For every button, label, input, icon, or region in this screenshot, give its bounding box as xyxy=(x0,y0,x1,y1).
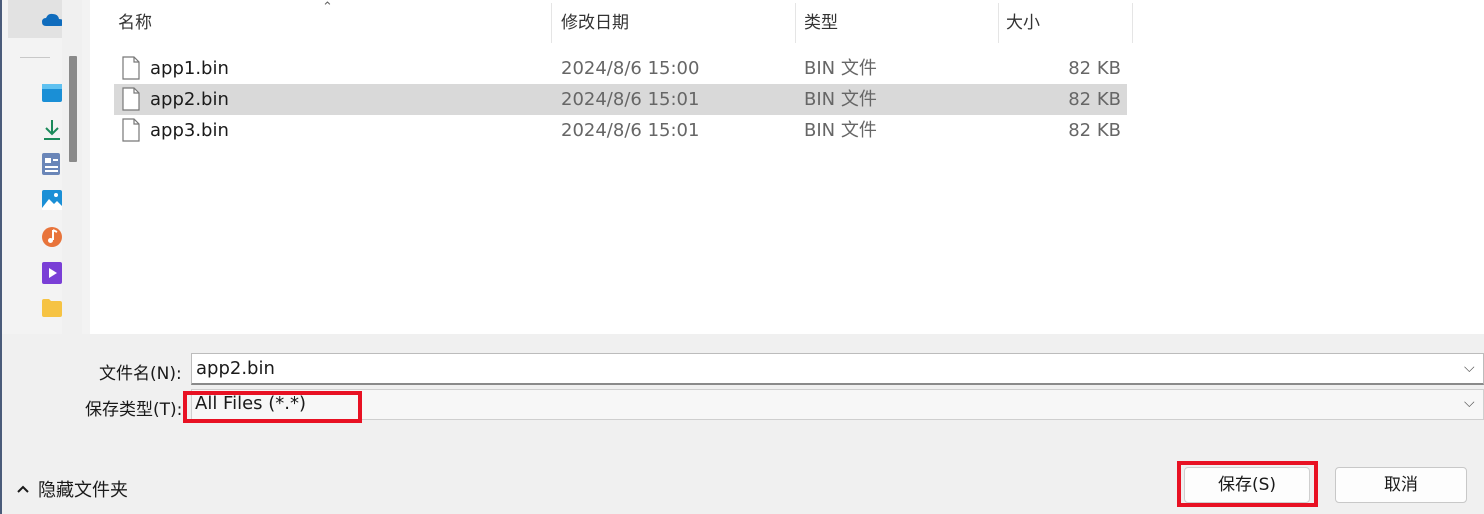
folder-icon[interactable] xyxy=(42,299,62,317)
file-date: 2024/8/6 15:01 xyxy=(561,89,700,110)
file-name: app3.bin xyxy=(150,120,229,141)
file-date: 2024/8/6 15:01 xyxy=(561,120,700,141)
file-type: BIN 文件 xyxy=(804,58,877,79)
file-name: app1.bin xyxy=(150,58,229,79)
cancel-button[interactable]: 取消 xyxy=(1335,467,1467,503)
column-header-size[interactable]: 大小 xyxy=(978,3,1132,43)
filetype-value: All Files (*.*) xyxy=(195,393,307,414)
file-icon xyxy=(122,118,140,142)
filetype-select[interactable] xyxy=(191,389,1484,420)
filetype-dropdown-icon[interactable]: ⌵ xyxy=(1464,395,1475,411)
column-header-type[interactable]: 类型 xyxy=(776,3,998,43)
hide-folders-toggle[interactable]: 隐藏文件夹 xyxy=(16,476,128,502)
videos-icon[interactable] xyxy=(42,262,62,284)
file-type: BIN 文件 xyxy=(804,89,877,110)
column-separator[interactable] xyxy=(1132,3,1133,43)
filetype-label: 保存类型(T): xyxy=(85,400,183,420)
nav-scrollbar-thumb[interactable] xyxy=(69,56,77,162)
pictures-icon[interactable] xyxy=(42,190,62,210)
file-icon xyxy=(122,87,140,111)
chevron-up-icon xyxy=(17,485,29,493)
downloads-icon[interactable] xyxy=(42,119,62,141)
file-row[interactable]: app3.bin 2024/8/6 15:01 BIN 文件 82 KB xyxy=(114,115,1127,146)
file-list xyxy=(90,0,1484,334)
file-row[interactable]: app1.bin 2024/8/6 15:00 BIN 文件 82 KB xyxy=(114,53,1127,84)
onedrive-icon[interactable] xyxy=(42,12,64,28)
filename-dropdown-icon[interactable]: ⌵ xyxy=(1464,360,1475,376)
hide-folders-label: 隐藏文件夹 xyxy=(38,480,128,501)
sort-up-icon: ⌃ xyxy=(322,0,333,15)
music-icon[interactable] xyxy=(42,226,62,248)
file-row-selected[interactable]: app2.bin 2024/8/6 15:01 BIN 文件 82 KB xyxy=(114,84,1127,115)
nav-scrollbar-track[interactable] xyxy=(62,0,82,334)
file-size: 82 KB xyxy=(1068,89,1121,110)
filename-label: 文件名(N): xyxy=(99,364,182,384)
file-icon xyxy=(122,56,140,80)
documents-icon[interactable] xyxy=(42,153,60,175)
file-date: 2024/8/6 15:00 xyxy=(561,58,700,79)
file-name: app2.bin xyxy=(150,89,229,110)
filename-input[interactable] xyxy=(191,353,1484,385)
column-header-name[interactable]: 名称 xyxy=(90,3,550,43)
desktop-icon[interactable] xyxy=(42,84,62,102)
file-size: 82 KB xyxy=(1068,120,1121,141)
file-size: 82 KB xyxy=(1068,58,1121,79)
nav-divider xyxy=(20,57,50,58)
save-button[interactable]: 保存(S) xyxy=(1184,467,1310,503)
file-type: BIN 文件 xyxy=(804,120,877,141)
column-header-date[interactable]: 修改日期 xyxy=(533,3,795,43)
